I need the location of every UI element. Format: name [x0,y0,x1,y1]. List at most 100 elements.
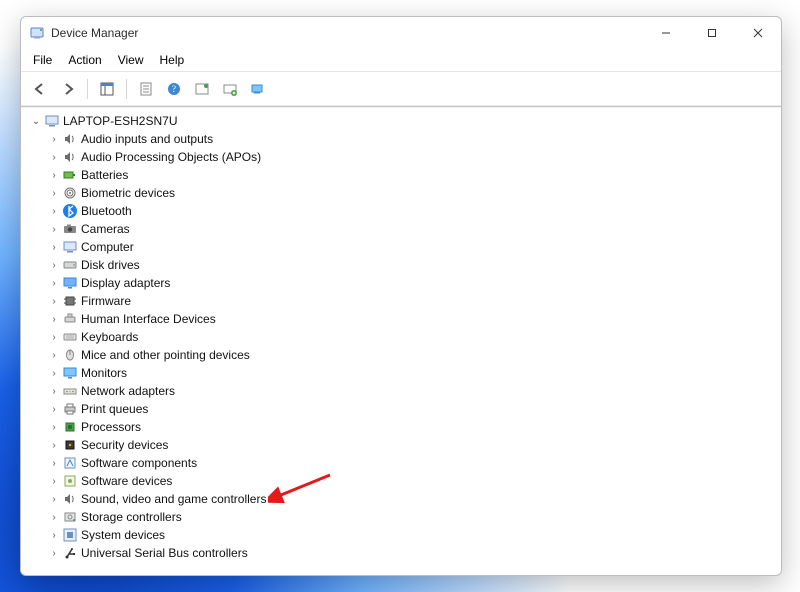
menu-action[interactable]: Action [60,51,109,69]
toolbar-scan-hardware-button[interactable] [245,77,271,101]
app-icon [29,25,45,41]
toolbar-properties-button[interactable] [133,77,159,101]
tree-category-universal-serial-bus-controllers[interactable]: ›Universal Serial Bus controllers [45,544,781,562]
tree-category-disk-drives[interactable]: ›Disk drives [45,256,781,274]
category-label: Storage controllers [79,510,182,524]
tree-category-biometric-devices[interactable]: ›Biometric devices [45,184,781,202]
bluetooth-icon [61,203,79,219]
tree-category-audio-processing-objects-apos[interactable]: › Audio Processing Objects (APOs) [45,148,781,166]
category-label: Print queues [79,402,148,416]
chevron-right-icon[interactable]: › [47,422,61,433]
chevron-right-icon[interactable]: › [47,278,61,289]
category-label: Display adapters [79,276,170,290]
category-label: Audio Processing Objects (APOs) [79,150,261,164]
chevron-right-icon[interactable]: › [47,548,61,559]
storage-icon [61,509,79,525]
display-icon [61,275,79,291]
menubar: File Action View Help [21,49,781,72]
chevron-right-icon[interactable]: › [47,530,61,541]
svg-text:?: ? [172,84,176,94]
battery-icon [61,167,79,183]
chevron-right-icon[interactable]: › [47,368,61,379]
chevron-right-icon[interactable]: › [47,242,61,253]
chevron-right-icon[interactable]: › [47,476,61,487]
toolbar-update-driver-button[interactable] [189,77,215,101]
tree-category-computer[interactable]: › Computer [45,238,781,256]
category-label: System devices [79,528,165,542]
tree-category-processors[interactable]: › Processors [45,418,781,436]
chevron-right-icon[interactable]: › [47,458,61,469]
chevron-right-icon[interactable]: › [47,224,61,235]
category-label: Security devices [79,438,168,452]
titlebar: Device Manager [21,17,781,49]
category-label: Software components [79,456,197,470]
disk-icon [61,257,79,273]
hid-icon [61,311,79,327]
chevron-right-icon[interactable]: › [47,188,61,199]
computer-icon [43,113,61,129]
chevron-right-icon[interactable]: › [47,494,61,505]
toolbar: ? [21,72,781,107]
tree-category-software-devices[interactable]: › Software devices [45,472,781,490]
chevron-right-icon[interactable]: › [47,134,61,145]
category-label: Mice and other pointing devices [79,348,250,362]
chevron-right-icon[interactable]: › [47,314,61,325]
device-tree[interactable]: ⌄ LAPTOP-ESH2SN7U ›Audio inputs and outp… [21,107,781,575]
chevron-right-icon[interactable]: › [47,152,61,163]
category-label: Bluetooth [79,204,132,218]
toolbar-add-hardware-button[interactable] [217,77,243,101]
category-label: Firmware [79,294,131,308]
monitor-icon [61,365,79,381]
tree-category-batteries[interactable]: ›Batteries [45,166,781,184]
tree-category-firmware[interactable]: › Firmware [45,292,781,310]
toolbar-help-button[interactable]: ? [161,77,187,101]
minimize-button[interactable] [643,17,689,49]
tree-category-monitors[interactable]: ›Monitors [45,364,781,382]
menu-help[interactable]: Help [152,51,193,69]
chevron-right-icon[interactable]: › [47,260,61,271]
device-manager-window: Device Manager File Action View Help [20,16,782,576]
tree-root-node[interactable]: ⌄ LAPTOP-ESH2SN7U [27,112,781,130]
chevron-right-icon[interactable]: › [47,296,61,307]
chevron-right-icon[interactable]: › [47,440,61,451]
close-button[interactable] [735,17,781,49]
tree-category-sound-video-and-game-controllers[interactable]: ›Sound, video and game controllers [45,490,781,508]
toolbar-back-button[interactable] [27,77,53,101]
menu-file[interactable]: File [25,51,60,69]
tree-category-bluetooth[interactable]: › Bluetooth [45,202,781,220]
tree-category-audio-inputs-and-outputs[interactable]: ›Audio inputs and outputs [45,130,781,148]
tree-category-software-components[interactable]: › Software components [45,454,781,472]
tree-category-storage-controllers[interactable]: › Storage controllers [45,508,781,526]
category-label: Processors [79,420,141,434]
expand-icon[interactable]: ⌄ [29,116,43,127]
toolbar-forward-button[interactable] [55,77,81,101]
softcomp-icon [61,455,79,471]
chevron-right-icon[interactable]: › [47,386,61,397]
printer-icon [61,401,79,417]
toolbar-show-hide-tree-button[interactable] [94,77,120,101]
tree-category-keyboards[interactable]: › Keyboards [45,328,781,346]
category-label: Network adapters [79,384,175,398]
tree-category-network-adapters[interactable]: › Network adapters [45,382,781,400]
chevron-right-icon[interactable]: › [47,206,61,217]
menu-view[interactable]: View [110,51,152,69]
softdev-icon [61,473,79,489]
tree-category-print-queues[interactable]: › Print queues [45,400,781,418]
tree-category-mice-and-other-pointing-devices[interactable]: › Mice and other pointing devices [45,346,781,364]
chevron-right-icon[interactable]: › [47,404,61,415]
chevron-right-icon[interactable]: › [47,170,61,181]
chevron-right-icon[interactable]: › [47,350,61,361]
tree-category-display-adapters[interactable]: › Display adapters [45,274,781,292]
category-label: Keyboards [79,330,138,344]
chevron-right-icon[interactable]: › [47,512,61,523]
maximize-button[interactable] [689,17,735,49]
category-label: Software devices [79,474,172,488]
tree-category-system-devices[interactable]: › System devices [45,526,781,544]
security-icon [61,437,79,453]
tree-category-human-interface-devices[interactable]: ›Human Interface Devices [45,310,781,328]
speaker-icon [61,131,79,147]
chevron-right-icon[interactable]: › [47,332,61,343]
category-label: Computer [79,240,134,254]
tree-category-cameras[interactable]: ›Cameras [45,220,781,238]
tree-category-security-devices[interactable]: › Security devices [45,436,781,454]
